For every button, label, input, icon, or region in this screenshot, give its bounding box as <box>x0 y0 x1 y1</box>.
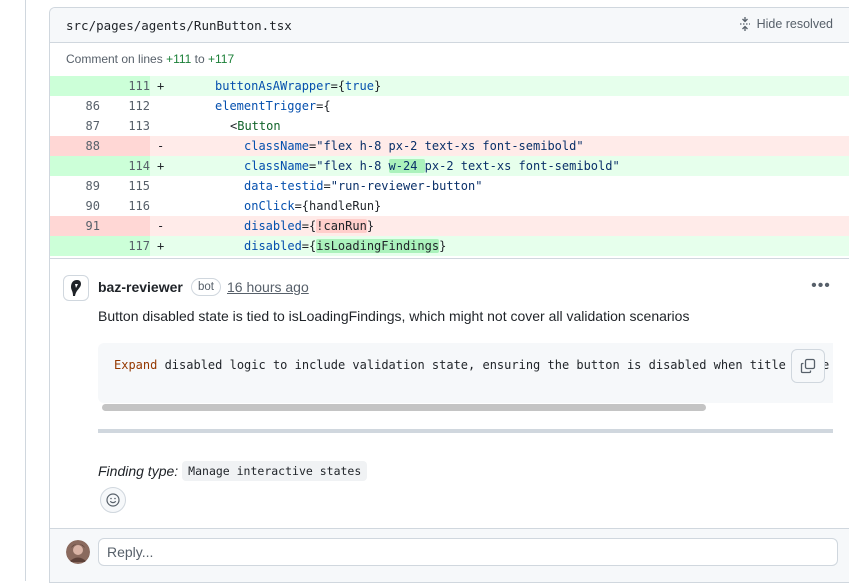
diff-sign: - <box>157 139 165 153</box>
diff-code: className="flex h-8 w-24 px-2 text-xs fo… <box>244 159 620 173</box>
diff-row: 86 112 elementTrigger={ <box>50 96 849 116</box>
old-line-number[interactable]: 87 <box>50 116 100 136</box>
new-line-number[interactable]: 113 <box>100 116 150 136</box>
new-line-number[interactable]: 114 <box>100 156 150 176</box>
smiley-icon <box>106 493 120 507</box>
suggestion-code-block: Expand disabled logic to include validat… <box>98 343 833 403</box>
diff-code: <Button <box>230 119 281 133</box>
diff-row: 111 + buttonAsAWrapper={true} <box>50 76 849 96</box>
new-line-number[interactable]: 112 <box>100 96 150 116</box>
diff-row: 90 116 onClick={handleRun} <box>50 196 849 216</box>
hide-resolved-label: Hide resolved <box>756 17 833 31</box>
old-line-number[interactable]: 91 <box>50 216 100 236</box>
diff-row: 117 + disabled={isLoadingFindings} <box>50 236 849 256</box>
file-header: src/pages/agents/RunButton.tsx Hide reso… <box>50 8 849 43</box>
comment-body: Button disabled state is tied to isLoadi… <box>98 308 690 324</box>
hide-resolved-button[interactable]: Hide resolved <box>739 17 833 31</box>
review-comment: baz-reviewer bot 16 hours ago ••• Button… <box>50 258 849 529</box>
diff-code: onClick={handleRun} <box>244 199 382 213</box>
diff-code: elementTrigger={ <box>215 99 331 113</box>
review-thread-panel: src/pages/agents/RunButton.tsx Hide reso… <box>49 7 849 583</box>
diff-row: 88 - className="flex h-8 px-2 text-xs fo… <box>50 136 849 156</box>
new-line-number[interactable]: 117 <box>100 236 150 256</box>
finding-type: Finding type: Manage interactive states <box>98 461 368 481</box>
old-line-number[interactable]: 88 <box>50 136 100 156</box>
section-divider <box>98 429 833 433</box>
comment-lines-prefix: Comment on lines <box>66 52 163 66</box>
diff-row: 89 115 data-testid="run-reviewer-button" <box>50 176 849 196</box>
suggestion-code-line: Expand disabled logic to include validat… <box>114 358 829 372</box>
diff-code: disabled={!canRun} <box>244 219 375 233</box>
diff-code: className="flex h-8 px-2 text-xs font-se… <box>244 139 584 153</box>
suggestion-text: disabled logic to include validation sta… <box>157 358 830 372</box>
comment-lines-to-word: to <box>194 52 205 66</box>
finding-type-value: Manage interactive states <box>182 461 368 481</box>
diff-code: data-testid="run-reviewer-button" <box>244 179 483 193</box>
comment-timestamp[interactable]: 16 hours ago <box>227 279 309 295</box>
diff-hunk: 111 + buttonAsAWrapper={true} 86 112 ele… <box>50 76 849 256</box>
old-line-number[interactable]: 90 <box>50 196 100 216</box>
new-line-number[interactable]: 111 <box>100 76 150 96</box>
reply-bar <box>50 528 849 582</box>
diff-code: disabled={isLoadingFindings} <box>244 239 447 253</box>
fold-icon <box>739 17 751 31</box>
bot-badge: bot <box>191 278 221 296</box>
timeline-line <box>25 0 26 581</box>
diff-sign: - <box>157 219 165 233</box>
diff-code: buttonAsAWrapper={true} <box>215 79 382 93</box>
diff-sign: + <box>157 239 165 253</box>
more-options-icon[interactable]: ••• <box>811 276 831 296</box>
old-line-number[interactable]: 86 <box>50 96 100 116</box>
user-avatar[interactable] <box>66 540 90 564</box>
comment-lines-to: +117 <box>208 52 235 66</box>
diff-row: 87 113 <Button <box>50 116 849 136</box>
diff-sign: + <box>157 79 165 93</box>
add-reaction-button[interactable] <box>100 487 126 513</box>
new-line-number[interactable]: 116 <box>100 196 150 216</box>
comment-lines-label: Comment on lines +111 to +117 <box>66 52 234 66</box>
file-path[interactable]: src/pages/agents/RunButton.tsx <box>66 18 292 33</box>
suggestion-keyword: Expand <box>114 358 158 372</box>
comment-lines-from: +111 <box>166 52 192 66</box>
old-line-number[interactable]: 89 <box>50 176 100 196</box>
copy-button[interactable] <box>791 349 825 383</box>
new-line-number[interactable]: 115 <box>100 176 150 196</box>
horizontal-scrollbar[interactable] <box>102 404 706 411</box>
diff-row: 114 + className="flex h-8 w-24 px-2 text… <box>50 156 849 176</box>
finding-type-label: Finding type: <box>98 463 179 479</box>
diff-sign: + <box>157 159 165 173</box>
diff-row: 91 - disabled={!canRun} <box>50 216 849 236</box>
bot-avatar[interactable] <box>63 275 89 301</box>
copy-icon <box>800 358 816 374</box>
baz-logo-icon <box>71 280 81 296</box>
reply-input[interactable] <box>98 538 838 566</box>
comment-author[interactable]: baz-reviewer <box>98 279 183 295</box>
